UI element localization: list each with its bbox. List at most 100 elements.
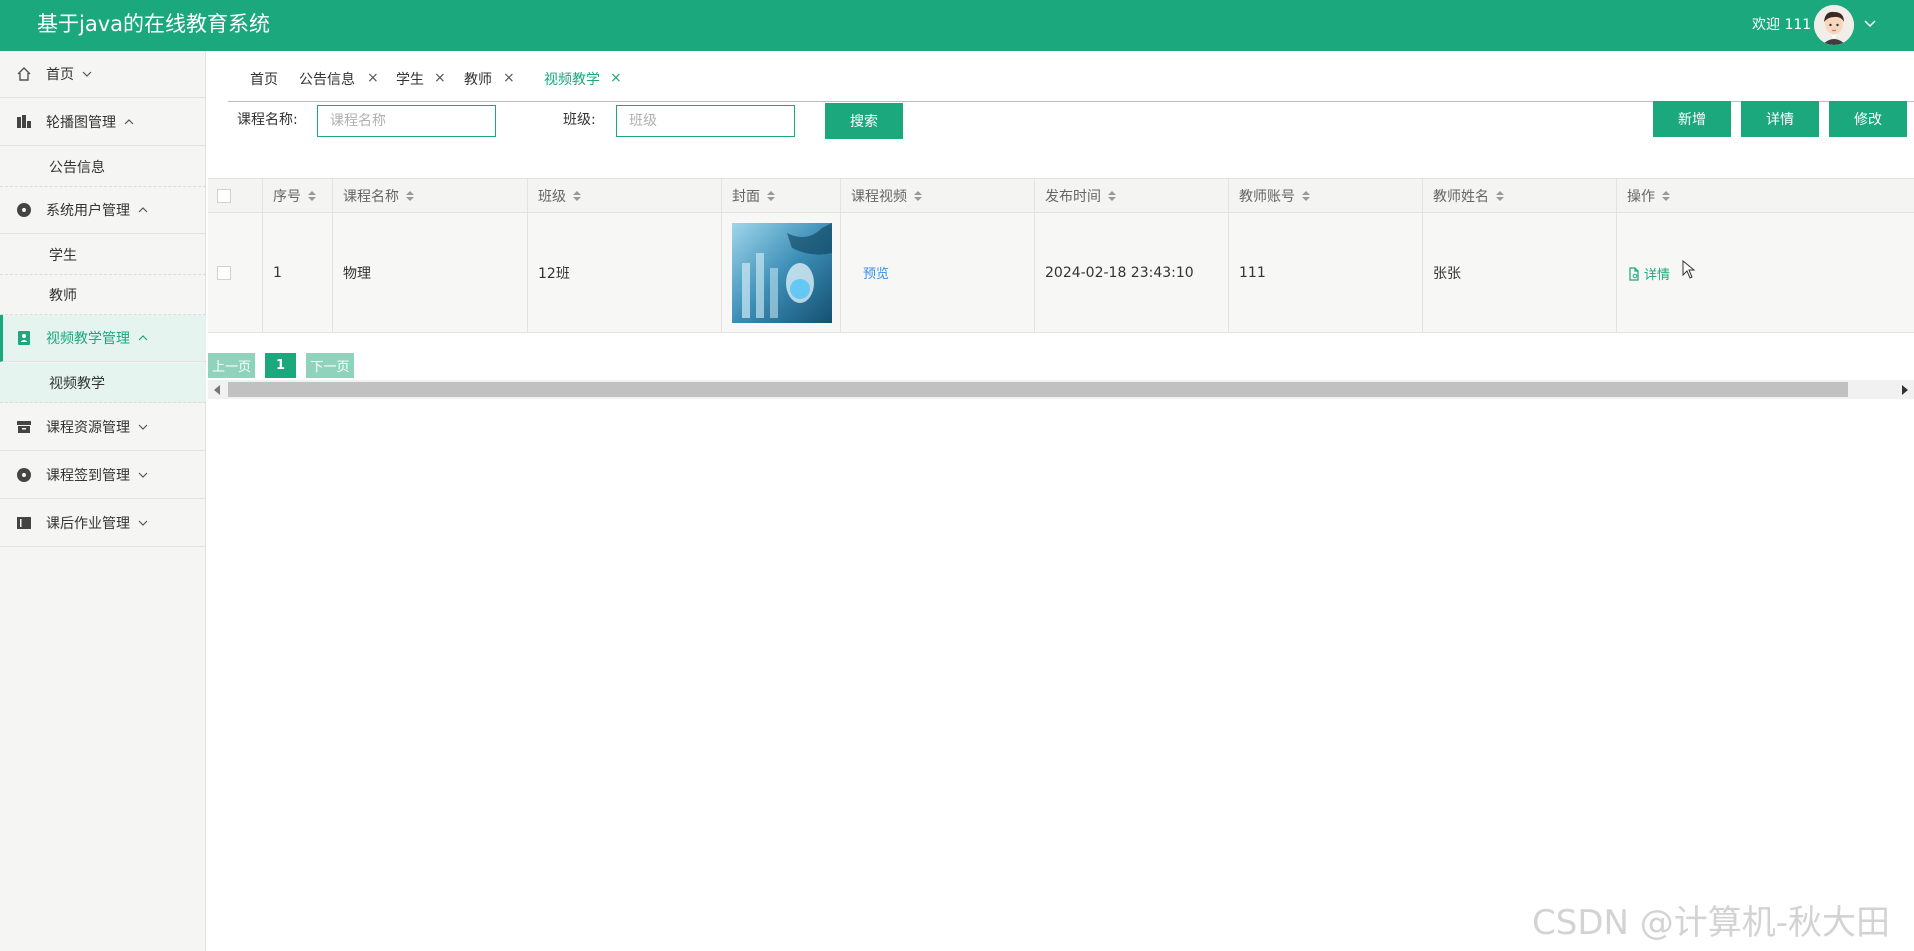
close-icon[interactable]: ×: [434, 68, 446, 88]
header-class[interactable]: 班级: [528, 179, 722, 212]
close-icon[interactable]: ×: [610, 68, 622, 88]
chevron-down-icon: [138, 424, 148, 430]
add-button[interactable]: 新增: [1653, 101, 1731, 137]
archive-icon: [15, 418, 33, 436]
sidebar-item-label: 轮播图管理: [46, 115, 116, 131]
row-detail-link[interactable]: 详情: [1627, 264, 1670, 283]
sidebar-item-label: 课后作业管理: [46, 516, 130, 532]
cell-index: 1: [263, 213, 333, 332]
header-label: 封面: [732, 188, 760, 205]
scroll-left-icon[interactable]: [213, 385, 221, 395]
course-name-label: 课程名称:: [237, 112, 298, 128]
detail-link-label: 详情: [1644, 268, 1671, 283]
close-icon[interactable]: ×: [367, 68, 379, 88]
tab-notice[interactable]: 公告信息 ×: [299, 70, 379, 90]
chevron-down-icon: [138, 520, 148, 526]
header-teacher-name[interactable]: 教师姓名: [1423, 179, 1617, 212]
header-label: 教师姓名: [1433, 188, 1489, 205]
row-checkbox[interactable]: [217, 265, 231, 280]
sidebar-item-homework-mgmt[interactable]: 课后作业管理: [0, 500, 206, 547]
sidebar-item-label: 课程签到管理: [46, 468, 130, 484]
sidebar-item-resource-mgmt[interactable]: 课程资源管理: [0, 404, 206, 451]
sidebar-item-banner-mgmt[interactable]: 轮播图管理: [0, 99, 206, 146]
chevron-down-icon: [138, 472, 148, 478]
sort-icon: [308, 190, 316, 201]
tab-video-teaching[interactable]: 视频教学 ×: [544, 70, 622, 90]
cell-class: 12班: [528, 213, 722, 332]
detail-button[interactable]: 详情: [1741, 101, 1819, 137]
tab-label: 学生: [396, 72, 424, 88]
book-icon: [15, 514, 33, 532]
sort-icon: [914, 190, 922, 201]
sort-icon: [1496, 190, 1504, 201]
home-icon: [15, 65, 33, 83]
welcome-text: 欢迎 111: [1752, 17, 1812, 33]
table-row: 1 物理 12班 预览 2024-02-18 23:43:10 111 张张 详…: [208, 213, 1914, 333]
header-teacher-account[interactable]: 教师账号: [1229, 179, 1423, 212]
header-publish-time[interactable]: 发布时间: [1035, 179, 1229, 212]
header-label: 序号: [273, 188, 301, 205]
edit-button[interactable]: 修改: [1829, 101, 1907, 137]
scrollbar-thumb[interactable]: [228, 382, 1848, 397]
sidebar-item-label: 首页: [46, 67, 74, 83]
chevron-down-icon[interactable]: [1863, 16, 1877, 30]
next-page-button[interactable]: 下一页: [306, 353, 354, 378]
cover-image[interactable]: [732, 222, 832, 323]
preview-link[interactable]: 预览: [863, 263, 889, 282]
sidebar-item-label: 课程资源管理: [46, 420, 130, 436]
header-cover[interactable]: 封面: [722, 179, 841, 212]
sidebar-item-teacher[interactable]: 教师: [0, 275, 206, 315]
top-header: 基于java的在线教育系统 欢迎 111: [0, 0, 1914, 51]
close-icon[interactable]: ×: [503, 68, 515, 88]
class-label: 班级:: [563, 112, 596, 128]
avatar[interactable]: [1814, 5, 1854, 45]
cell-teacher-name: 张张: [1423, 213, 1617, 332]
cell-teacher-account: 111: [1229, 213, 1423, 332]
chevron-up-icon: [138, 207, 148, 213]
page-number-1[interactable]: 1: [265, 353, 296, 378]
scroll-right-icon[interactable]: [1901, 385, 1909, 395]
disc-icon: [15, 466, 33, 484]
sidebar-item-user-mgmt[interactable]: 系统用户管理: [0, 187, 206, 234]
contact-icon: [15, 329, 33, 347]
header-course-name[interactable]: 课程名称: [333, 179, 528, 212]
header-index[interactable]: 序号: [263, 179, 333, 212]
sort-icon: [767, 190, 775, 201]
sidebar-item-video-mgmt[interactable]: 视频教学管理: [0, 315, 206, 362]
sidebar-item-student[interactable]: 学生: [0, 235, 206, 275]
tab-label: 视频教学: [544, 72, 600, 88]
sidebar-item-video-teaching[interactable]: 视频教学: [0, 363, 206, 403]
header-label: 班级: [538, 188, 566, 205]
header-video[interactable]: 课程视频: [841, 179, 1035, 212]
tab-bar: 首页 公告信息 × 学生 × 教师 × 视频教学 ×: [228, 62, 1914, 102]
cell-operation: 详情: [1617, 213, 1914, 332]
cell-video: 预览: [841, 213, 1035, 332]
sidebar-item-label: 系统用户管理: [46, 203, 130, 219]
tab-label: 教师: [464, 72, 492, 88]
search-button[interactable]: 搜索: [825, 103, 903, 139]
select-all-checkbox[interactable]: [217, 188, 231, 203]
chevron-up-icon: [124, 119, 134, 125]
cell-publish-time: 2024-02-18 23:43:10: [1035, 213, 1229, 332]
sidebar-item-notice[interactable]: 公告信息: [0, 147, 206, 187]
sort-icon: [573, 190, 581, 201]
header-label: 课程视频: [851, 188, 907, 205]
sidebar-item-home[interactable]: 首页: [0, 51, 206, 98]
chevron-up-icon: [138, 335, 148, 341]
tab-home[interactable]: 首页: [250, 70, 278, 90]
tab-label: 公告信息: [299, 72, 355, 88]
cell-cover: [722, 213, 841, 332]
tab-label: 首页: [250, 72, 278, 88]
prev-page-button[interactable]: 上一页: [208, 353, 255, 378]
sort-icon: [1108, 190, 1116, 201]
header-label: 操作: [1627, 188, 1655, 205]
row-checkbox-cell: [208, 213, 263, 332]
sidebar-item-signin-mgmt[interactable]: 课程签到管理: [0, 452, 206, 499]
tab-teacher[interactable]: 教师 ×: [464, 70, 515, 90]
header-label: 发布时间: [1045, 188, 1101, 205]
header-operation[interactable]: 操作: [1617, 179, 1914, 212]
course-name-input[interactable]: [317, 105, 496, 137]
horizontal-scrollbar[interactable]: [208, 380, 1914, 399]
tab-student[interactable]: 学生 ×: [396, 70, 446, 90]
class-input[interactable]: [616, 105, 795, 137]
